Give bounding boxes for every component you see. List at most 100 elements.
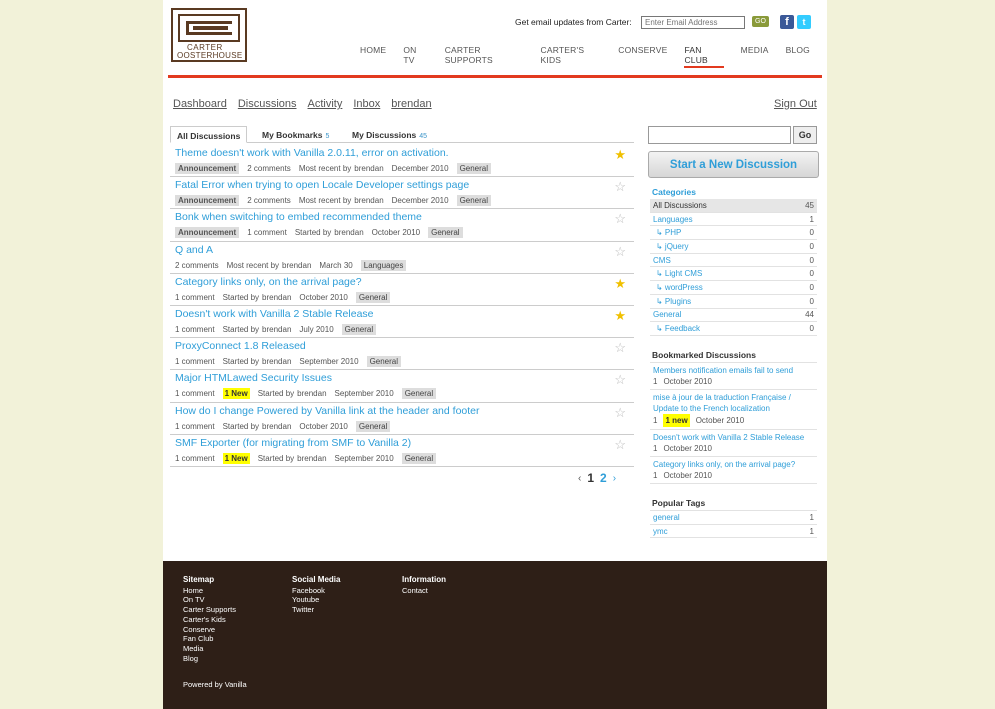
bookmarked-title-link[interactable]: Members notification emails fail to send	[653, 365, 814, 376]
bookmark-star-icon[interactable]: ★	[614, 308, 626, 324]
tab-my-bookmarks[interactable]: My Bookmarks 5	[262, 126, 329, 143]
tab-all-discussions[interactable]: All Discussions	[170, 126, 248, 143]
author-name[interactable]: brendan	[262, 357, 291, 366]
discussion-title-link[interactable]: Theme doesn't work with Vanilla 2.0.11, …	[175, 147, 449, 159]
category-tag[interactable]: Languages	[360, 259, 407, 271]
author-name[interactable]: brendan	[354, 164, 383, 173]
category-item[interactable]: ↳ Light CMS 0	[650, 267, 817, 282]
footer-sitemap-link[interactable]: Home	[183, 586, 236, 596]
menu-discussions[interactable]: Discussions	[238, 98, 297, 110]
category-tag[interactable]: General	[401, 452, 437, 464]
bookmark-star-icon[interactable]: ★	[614, 147, 626, 163]
nav-carters-kids[interactable]: CARTER'S KIDS	[541, 45, 602, 68]
bookmark-star-icon[interactable]: ☆	[614, 437, 626, 453]
category-tag[interactable]: General	[366, 356, 402, 368]
menu-profile[interactable]: brendan	[391, 98, 431, 110]
category-item[interactable]: Languages 1	[650, 213, 817, 227]
category-tag[interactable]: General	[456, 163, 492, 174]
footer-info-link[interactable]: Contact	[402, 586, 446, 596]
category-item[interactable]: ↳ wordPress 0	[650, 281, 817, 295]
menu-dashboard[interactable]: Dashboard	[173, 98, 227, 110]
email-go-button[interactable]: GO	[752, 16, 769, 27]
bookmark-star-icon[interactable]: ☆	[614, 340, 626, 356]
category-tag[interactable]: General	[355, 291, 391, 303]
tag-item[interactable]: ymc 1	[650, 525, 817, 539]
author-name[interactable]: brendan	[282, 261, 311, 270]
nav-blog[interactable]: BLOG	[786, 45, 810, 68]
author-name[interactable]: brendan	[297, 389, 326, 398]
site-logo[interactable]: CARTER OOSTERHOUSE	[171, 8, 247, 62]
bookmark-star-icon[interactable]: ☆	[614, 372, 626, 388]
category-item[interactable]: ↳ jQuery 0	[650, 240, 817, 254]
author-name[interactable]: brendan	[262, 422, 291, 431]
search-input[interactable]	[648, 126, 791, 144]
email-input[interactable]	[641, 16, 745, 29]
category-tag[interactable]: General	[428, 227, 463, 239]
category-tag[interactable]: General	[456, 195, 492, 207]
start-discussion-button[interactable]: Start a New Discussion	[648, 151, 819, 178]
footer-social-link[interactable]: Twitter	[292, 605, 340, 615]
facebook-icon[interactable]: f	[780, 15, 794, 29]
category-item[interactable]: General 44	[650, 309, 817, 323]
bookmarked-title-link[interactable]: mise à jour de la traduction Française /…	[653, 392, 814, 414]
footer-sitemap-link[interactable]: Carter Supports	[183, 605, 236, 615]
footer-sitemap-link[interactable]: Fan Club	[183, 634, 236, 644]
tag-item[interactable]: general 1	[650, 511, 817, 525]
footer-sitemap-link[interactable]: On TV	[183, 595, 236, 605]
nav-fan-club[interactable]: FAN CLUB	[684, 45, 724, 68]
category-count: 0	[809, 269, 814, 279]
bookmark-star-icon[interactable]: ☆	[614, 405, 626, 421]
search-button[interactable]: Go	[793, 126, 817, 144]
tab-my-discussions[interactable]: My Discussions 45	[352, 126, 427, 143]
category-item[interactable]: ↳ PHP 0	[650, 226, 817, 241]
tags-title: Popular Tags	[652, 498, 706, 508]
nav-media[interactable]: MEDIA	[741, 45, 769, 68]
category-item[interactable]: All Discussions 45	[650, 199, 817, 213]
author-name[interactable]: brendan	[262, 325, 291, 334]
discussion-title-link[interactable]: Doesn't work with Vanilla 2 Stable Relea…	[175, 308, 374, 320]
author-name[interactable]: brendan	[334, 228, 363, 237]
discussion-title-link[interactable]: Category links only, on the arrival page…	[175, 276, 362, 288]
footer-sitemap-link[interactable]: Carter's Kids	[183, 615, 236, 625]
powered-by[interactable]: Powered by Vanilla	[183, 680, 247, 689]
footer-sitemap-link[interactable]: Conserve	[183, 625, 236, 635]
footer-sitemap-link[interactable]: Media	[183, 644, 236, 654]
pager-prev[interactable]: ‹	[578, 473, 581, 484]
author-name[interactable]: brendan	[297, 454, 326, 463]
category-item[interactable]: ↳ Feedback 0	[650, 322, 817, 336]
bookmarked-title-link[interactable]: Doesn't work with Vanilla 2 Stable Relea…	[653, 432, 814, 443]
footer-social-link[interactable]: Youtube	[292, 595, 340, 605]
footer-sitemap-link[interactable]: Blog	[183, 654, 236, 664]
nav-on-tv[interactable]: ON TV	[403, 45, 427, 68]
pager-page-2[interactable]: 2	[600, 471, 607, 485]
nav-conserve[interactable]: CONSERVE	[618, 45, 667, 68]
bookmark-star-icon[interactable]: ☆	[614, 244, 626, 260]
bookmarked-title-link[interactable]: Category links only, on the arrival page…	[653, 459, 814, 470]
menu-activity[interactable]: Activity	[308, 98, 343, 110]
bookmark-star-icon[interactable]: ★	[614, 276, 626, 292]
pager-next[interactable]: ›	[613, 473, 616, 484]
discussion-title-link[interactable]: Q and A	[175, 244, 213, 256]
nav-home[interactable]: HOME	[360, 45, 386, 68]
discussion-title-link[interactable]: Bonk when switching to embed recommended…	[175, 211, 422, 223]
twitter-icon[interactable]: t	[797, 15, 811, 29]
discussion-title-link[interactable]: SMF Exporter (for migrating from SMF to …	[175, 437, 411, 449]
discussion-title-link[interactable]: How do I change Powered by Vanilla link …	[175, 405, 480, 417]
category-tag[interactable]: General	[341, 323, 377, 335]
category-item[interactable]: ↳ Plugins 0	[650, 295, 817, 309]
bookmark-star-icon[interactable]: ☆	[614, 179, 626, 195]
author-name[interactable]: brendan	[354, 196, 383, 205]
discussion-title-link[interactable]: Fatal Error when trying to open Locale D…	[175, 179, 469, 191]
category-tag[interactable]: General	[401, 388, 437, 400]
menu-inbox[interactable]: Inbox	[353, 98, 380, 110]
email-updates-label: Get email updates from Carter:	[515, 17, 632, 27]
nav-carter-supports[interactable]: CARTER SUPPORTS	[445, 45, 524, 68]
author-name[interactable]: brendan	[262, 293, 291, 302]
category-tag[interactable]: General	[355, 420, 391, 432]
footer-social-link[interactable]: Facebook	[292, 586, 340, 596]
discussion-title-link[interactable]: ProxyConnect 1.8 Released	[175, 340, 306, 352]
category-item[interactable]: CMS 0	[650, 254, 817, 268]
sign-out-link[interactable]: Sign Out	[774, 98, 817, 110]
bookmark-star-icon[interactable]: ☆	[614, 211, 626, 227]
discussion-title-link[interactable]: Major HTMLawed Security Issues	[175, 372, 332, 384]
